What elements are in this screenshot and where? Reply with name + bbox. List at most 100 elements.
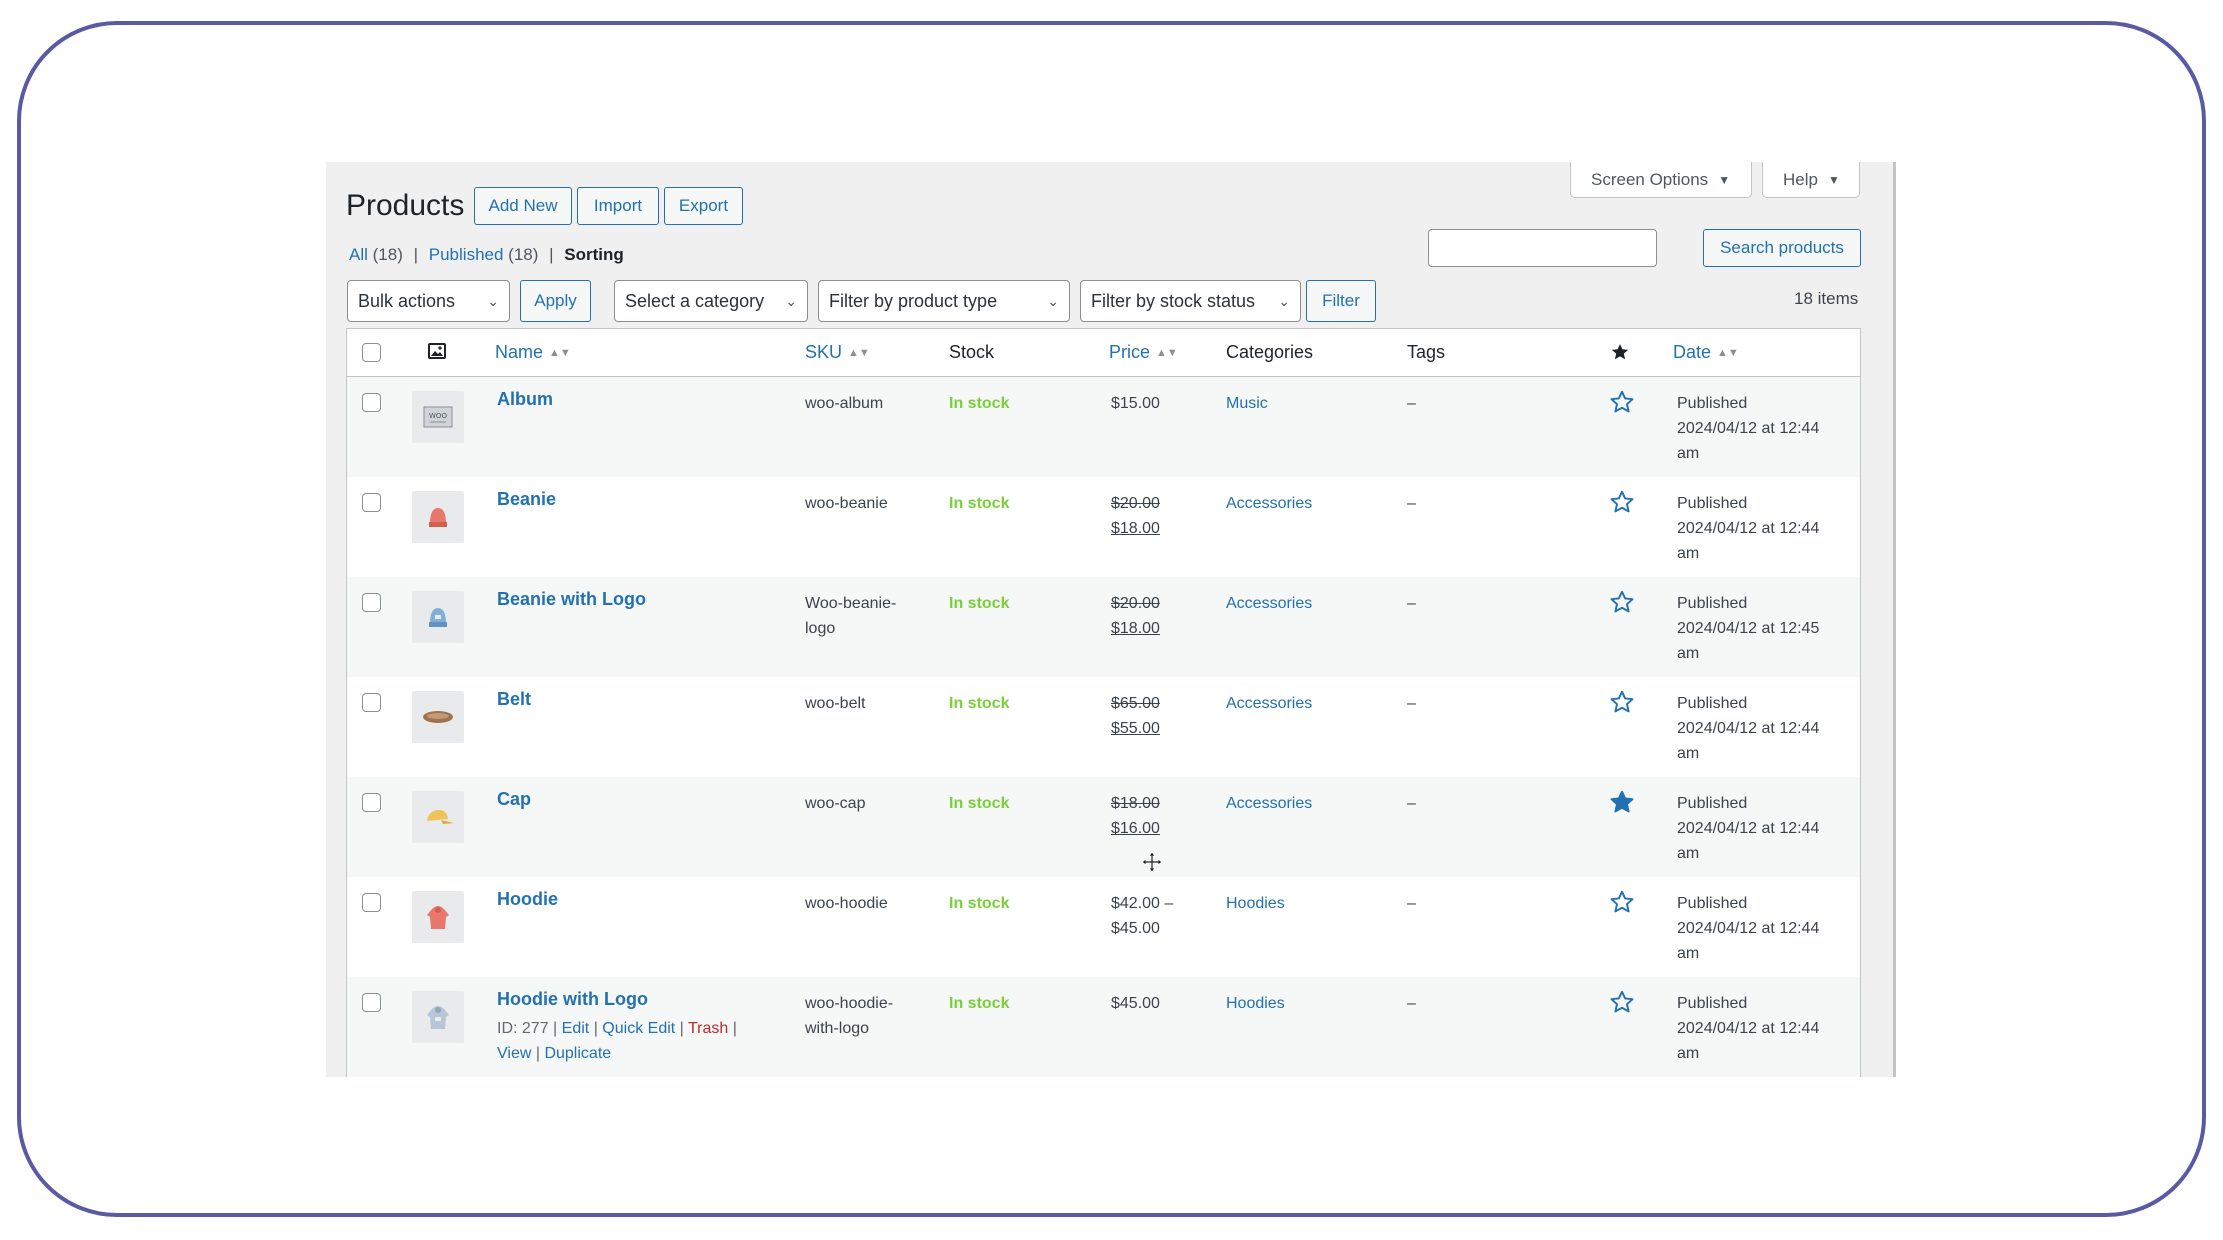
product-tags: – xyxy=(1407,495,1416,512)
category-link[interactable]: Hoodies xyxy=(1226,891,1285,916)
caret-down-icon: ▼ xyxy=(1827,172,1840,187)
view-published-link[interactable]: Published xyxy=(429,245,504,264)
product-price: $45.00 xyxy=(1111,995,1160,1012)
product-name-link[interactable]: Hoodie xyxy=(497,889,558,910)
stock-status: In stock xyxy=(949,495,1010,512)
product-thumbnail[interactable] xyxy=(412,591,464,643)
category-select[interactable]: Select a category ⌄ xyxy=(614,280,808,322)
product-thumbnail[interactable] xyxy=(412,491,464,543)
page-title: Products xyxy=(346,189,465,222)
column-name[interactable]: Name ▲▼ xyxy=(495,342,571,363)
post-time-suffix: am xyxy=(1677,445,1700,462)
product-type-select[interactable]: Filter by product type ⌄ xyxy=(818,280,1070,322)
date-cell: Published 2024/04/12 at 12:44 am xyxy=(1677,391,1819,466)
product-thumbnail[interactable] xyxy=(412,791,464,843)
sku-line: logo xyxy=(805,620,836,637)
page-edge xyxy=(1893,162,1896,1077)
category-link[interactable]: Accessories xyxy=(1226,791,1312,816)
star-outline-icon[interactable] xyxy=(1609,689,1635,720)
row-checkbox[interactable] xyxy=(362,493,381,512)
row-checkbox[interactable] xyxy=(362,893,381,912)
products-table: Name ▲▼ SKU ▲▼ Stock Price ▲▼ Categories Ta… xyxy=(346,328,1861,1077)
view-published-count: (18) xyxy=(508,245,539,264)
product-name-link[interactable]: Album xyxy=(497,389,553,410)
stock-status: In stock xyxy=(949,895,1010,912)
view-separator: | xyxy=(549,245,554,264)
column-stock: Stock xyxy=(949,342,995,362)
product-thumbnail[interactable] xyxy=(412,891,464,943)
import-button[interactable]: Import xyxy=(577,187,659,225)
apply-button[interactable]: Apply xyxy=(520,280,591,322)
product-name-link[interactable]: Cap xyxy=(497,789,531,810)
product-tags: – xyxy=(1407,795,1416,812)
row-checkbox[interactable] xyxy=(362,393,381,412)
price-range-max: $45.00 xyxy=(1111,920,1160,937)
star-filled-icon[interactable] xyxy=(1609,789,1635,820)
view-all-link[interactable]: All xyxy=(349,245,368,264)
product-tags: – xyxy=(1407,395,1416,412)
caret-down-icon: ▼ xyxy=(1718,172,1731,187)
post-date: 2024/04/12 at 12:44 xyxy=(1677,920,1820,937)
column-date[interactable]: Date ▲▼ xyxy=(1673,342,1739,363)
row-checkbox[interactable] xyxy=(362,793,381,812)
row-checkbox[interactable] xyxy=(362,593,381,612)
category-link[interactable]: Music xyxy=(1226,391,1268,416)
product-name-link[interactable]: Beanie xyxy=(497,489,556,510)
star-outline-icon[interactable] xyxy=(1609,989,1635,1020)
column-sku[interactable]: SKU ▲▼ xyxy=(805,342,870,363)
product-thumbnail[interactable] xyxy=(412,691,464,743)
row-checkbox[interactable] xyxy=(362,693,381,712)
star-outline-icon[interactable] xyxy=(1609,889,1635,920)
star-filled-icon[interactable] xyxy=(1610,342,1630,367)
product-thumbnail[interactable]: WOO xyxy=(412,391,464,443)
product-name-link[interactable]: Hoodie with Logo xyxy=(497,989,648,1010)
star-outline-icon[interactable] xyxy=(1609,489,1635,520)
stock-status-select[interactable]: Filter by stock status ⌄ xyxy=(1080,280,1301,322)
edit-link[interactable]: Edit xyxy=(562,1020,590,1037)
filter-button[interactable]: Filter xyxy=(1306,280,1376,322)
view-sorting-link[interactable]: Sorting xyxy=(564,245,624,264)
row-action-separator: | xyxy=(535,1045,540,1062)
stock-status: In stock xyxy=(949,395,1010,412)
product-thumbnail[interactable] xyxy=(412,991,464,1043)
post-date: 2024/04/12 at 12:44 xyxy=(1677,820,1820,837)
screen-options-button[interactable]: Screen Options ▼ xyxy=(1570,162,1752,198)
duplicate-link[interactable]: Duplicate xyxy=(544,1045,611,1062)
export-button[interactable]: Export xyxy=(664,187,743,225)
row-checkbox[interactable] xyxy=(362,993,381,1012)
items-count: 18 items xyxy=(1794,289,1859,308)
select-all-checkbox[interactable] xyxy=(362,343,381,362)
category-link[interactable]: Accessories xyxy=(1226,691,1312,716)
product-tags: – xyxy=(1407,595,1416,612)
stock-status: In stock xyxy=(949,695,1010,712)
bulk-actions-select[interactable]: Bulk actions ⌄ xyxy=(347,280,510,322)
column-date-label: Date xyxy=(1673,342,1712,362)
trash-link[interactable]: Trash xyxy=(688,1020,728,1037)
product-name-link[interactable]: Belt xyxy=(497,689,531,710)
star-outline-icon[interactable] xyxy=(1609,389,1635,420)
category-link[interactable]: Accessories xyxy=(1226,491,1312,516)
product-sku: woo-album xyxy=(805,395,884,412)
search-input[interactable] xyxy=(1428,229,1657,267)
search-products-button[interactable]: Search products xyxy=(1703,229,1861,267)
date-cell: Published 2024/04/12 at 12:44 am xyxy=(1677,491,1819,566)
view-all-count: (18) xyxy=(372,245,403,264)
quick-edit-link[interactable]: Quick Edit xyxy=(602,1020,675,1037)
sale-price: $18.00 xyxy=(1111,620,1160,637)
product-price: $20.00 $18.00 xyxy=(1111,591,1160,641)
category-link[interactable]: Accessories xyxy=(1226,591,1312,616)
product-price: $18.00 $16.00 xyxy=(1111,791,1160,841)
sort-icon: ▲▼ xyxy=(1156,347,1178,360)
category-link[interactable]: Hoodies xyxy=(1226,991,1285,1016)
help-button[interactable]: Help ▼ xyxy=(1762,162,1860,198)
table-row: Cap woo-cap In stock $18.00 $16.00 Acces… xyxy=(347,777,1860,877)
column-sku-label: SKU xyxy=(805,342,843,362)
column-price[interactable]: Price ▲▼ xyxy=(1109,342,1178,363)
post-time-suffix: am xyxy=(1677,945,1700,962)
product-name-link[interactable]: Beanie with Logo xyxy=(497,589,646,610)
product-tags: – xyxy=(1407,695,1416,712)
view-link[interactable]: View xyxy=(497,1045,531,1062)
table-row: Hoodie with Logo ID: 277 | Edit | Quick … xyxy=(347,977,1860,1077)
add-new-button[interactable]: Add New xyxy=(474,187,572,225)
star-outline-icon[interactable] xyxy=(1609,589,1635,620)
